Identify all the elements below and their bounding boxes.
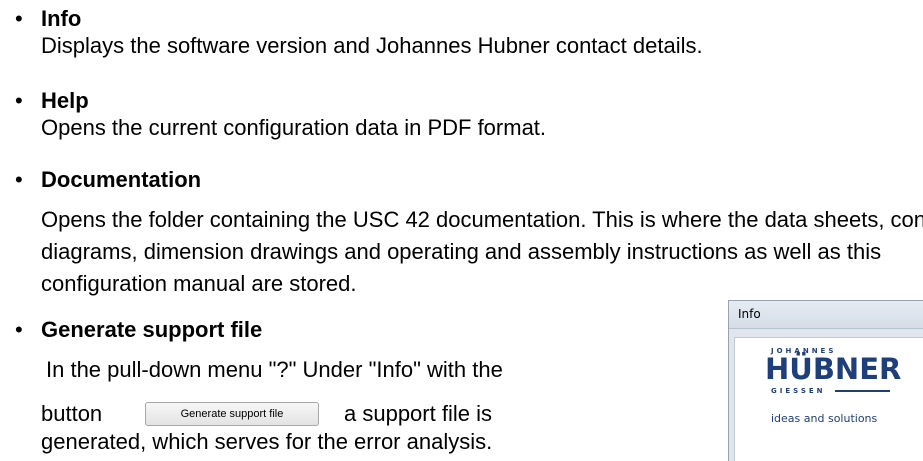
item-desc-documentation: Opens the folder containing the USC 42 d… [41, 204, 923, 300]
desc-line: diagrams, dimension drawings and operati… [41, 239, 882, 264]
logo-divider [835, 390, 890, 392]
item-title-documentation: Documentation [41, 167, 202, 192]
desc-line: Opens the current configuration data in … [41, 115, 547, 140]
logo-main-text: HÜBNER [765, 352, 902, 386]
dialog-title: Info [729, 301, 923, 329]
bullet: • [15, 6, 23, 31]
item-desc-generate-support-file: In the pull-down menu "?" Under "Info" w… [46, 354, 503, 386]
bullet: • [15, 167, 23, 192]
desc-line: generated, which serves for the error an… [41, 429, 493, 454]
item-title-generate-support-file: Generate support file [41, 317, 263, 342]
bullet: • [15, 317, 23, 342]
info-dialog-window: Info JOHANNES HÜBNER GIESSEN ideas and s… [728, 300, 923, 461]
item-desc-info: Displays the software version and Johann… [41, 30, 703, 62]
item-title-help: Help [41, 88, 89, 113]
logo-tagline: ideas and solutions [771, 412, 878, 425]
desc-line: In the pull-down menu "?" Under "Info" w… [46, 357, 503, 382]
generate-support-file-button[interactable]: Generate support file [145, 402, 319, 426]
item-desc-help: Opens the current configuration data in … [41, 112, 546, 144]
dialog-body: JOHANNES HÜBNER GIESSEN ideas and soluti… [734, 337, 923, 461]
desc-line: Opens the folder containing the USC 42 d… [41, 207, 923, 232]
desc-line: configuration manual are stored. [41, 271, 357, 296]
bullet: • [15, 88, 23, 113]
document-page: • Info Displays the software version and… [0, 0, 923, 461]
logo-bottom-text: GIESSEN [771, 387, 826, 395]
desc-line: Displays the software version and Johann… [41, 33, 703, 58]
item-title-info: Info [41, 6, 82, 31]
